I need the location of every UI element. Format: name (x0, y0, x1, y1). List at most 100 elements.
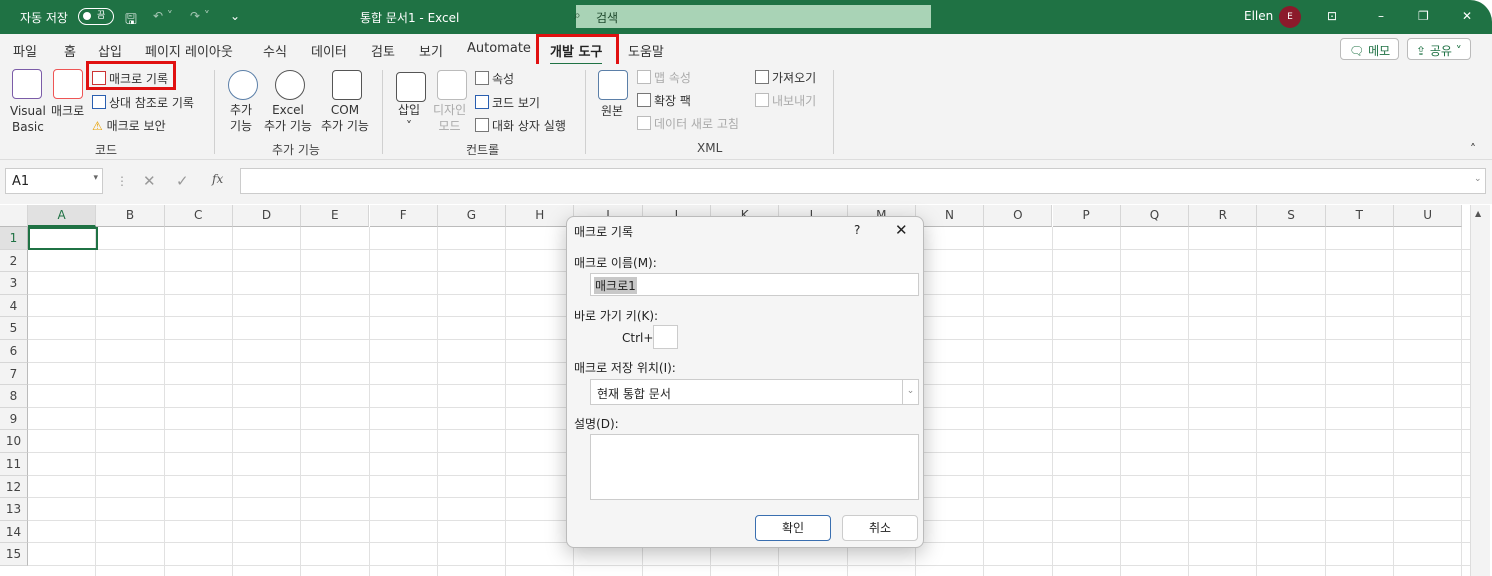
ok-button[interactable]: 확인 (755, 515, 831, 541)
column-header[interactable]: N (915, 205, 985, 227)
column-header[interactable]: H (506, 205, 575, 227)
row-header[interactable]: 5 (0, 317, 28, 340)
column-header[interactable]: O (984, 205, 1053, 227)
refresh-data-button[interactable]: 데이터 새로 고침 (637, 115, 739, 132)
collapse-ribbon-icon[interactable]: ˄ (1470, 142, 1476, 156)
view-code-button[interactable]: 코드 보기 (475, 94, 540, 111)
chevron-down-icon: ▾ (93, 173, 98, 183)
map-icon (637, 70, 651, 84)
highlight-record-macro (86, 61, 176, 90)
row-header[interactable]: 9 (0, 407, 28, 431)
cancel-icon[interactable]: ✕ (143, 172, 156, 190)
redo-icon[interactable]: ↷ ˅ (190, 9, 210, 23)
autosave-toggle[interactable]: 끔 (78, 8, 114, 25)
run-dialog-button[interactable]: 대화 상자 실행 (475, 117, 566, 134)
gridline (1051, 227, 1053, 576)
column-header[interactable]: T (1325, 205, 1394, 227)
enter-icon[interactable]: ✓ (176, 172, 189, 190)
column-header[interactable]: R (1189, 205, 1258, 227)
properties-button[interactable]: 속성 (475, 70, 514, 87)
tab-home[interactable]: 홈 (64, 41, 76, 60)
selected-cell[interactable] (28, 227, 98, 250)
formula-input[interactable] (240, 168, 1486, 194)
row-header[interactable]: 10 (0, 430, 28, 453)
description-input[interactable] (590, 434, 919, 500)
tab-page-layout[interactable]: 페이지 레이아웃 (145, 41, 233, 60)
column-header[interactable]: Q (1120, 205, 1190, 227)
row-header[interactable]: 3 (0, 272, 28, 295)
name-box[interactable]: A1 ▾ (5, 168, 103, 194)
cancel-button[interactable]: 취소 (842, 515, 918, 541)
macro-name-input[interactable]: 매크로1 (590, 273, 919, 296)
scroll-up-icon[interactable]: ▲ (1475, 209, 1481, 218)
column-header[interactable]: E (301, 205, 370, 227)
expansion-pack-button[interactable]: 확장 팩 (637, 92, 691, 109)
undo-icon[interactable]: ↶ ˅ (153, 9, 173, 23)
column-header[interactable]: F (369, 205, 438, 227)
tab-insert[interactable]: 삽입 (98, 41, 122, 60)
row-header[interactable]: 7 (0, 362, 28, 386)
tab-file[interactable]: 파일 (13, 41, 37, 60)
row-header[interactable]: 15 (0, 543, 28, 566)
row-header[interactable]: 13 (0, 498, 28, 521)
chevron-down-icon[interactable]: ⌄ (902, 380, 918, 404)
xml-source-button[interactable]: 원본 (601, 102, 623, 119)
row-header[interactable]: 1 (0, 227, 28, 250)
column-header[interactable]: C (164, 205, 233, 227)
relative-reference-button[interactable]: 상대 참조로 기록 (92, 94, 194, 111)
tab-formulas[interactable]: 수식 (263, 41, 287, 60)
addin-icon (228, 70, 258, 100)
tab-data[interactable]: 데이터 (311, 41, 347, 60)
tab-help[interactable]: 도움말 (628, 41, 664, 60)
export-button[interactable]: 내보내기 (755, 92, 816, 109)
map-properties-button[interactable]: 맵 속성 (637, 69, 691, 86)
column-header[interactable]: P (1052, 205, 1121, 227)
column-header[interactable]: A (28, 205, 97, 227)
macro-security-button[interactable]: ⚠ 매크로 보안 (92, 117, 166, 134)
shortcut-key-input[interactable] (653, 325, 678, 349)
avatar[interactable]: E (1279, 6, 1301, 28)
insert-function-icon[interactable]: fx (212, 172, 223, 186)
row-header[interactable]: 6 (0, 340, 28, 363)
excel-addins-button[interactable]: Excel 추가 기능 (264, 102, 312, 134)
row-header[interactable]: 11 (0, 453, 28, 476)
row-header[interactable]: 8 (0, 385, 28, 408)
store-location-select[interactable]: 현재 통합 문서 ⌄ (590, 379, 919, 405)
select-all-corner[interactable] (0, 205, 28, 227)
com-addins-button[interactable]: COM 추가 기능 (321, 102, 369, 134)
memo-button[interactable]: 🗨 메모 (1340, 38, 1400, 60)
column-header[interactable]: G (437, 205, 507, 227)
row-header[interactable]: 2 (0, 249, 28, 273)
expand-formula-icon[interactable]: ⌄ (1474, 174, 1482, 184)
vertical-scrollbar[interactable]: ▲ (1470, 205, 1490, 576)
close-icon[interactable]: ✕ (895, 221, 908, 239)
column-header[interactable]: U (1394, 205, 1463, 227)
tab-automate[interactable]: Automate (467, 41, 531, 56)
column-header[interactable]: S (1257, 205, 1326, 227)
help-icon[interactable]: ? (854, 223, 860, 237)
design-mode-button[interactable]: 디자인 모드 (433, 102, 466, 134)
visual-basic-button[interactable]: Visual Basic (10, 103, 46, 135)
minimize-icon[interactable]: – (1378, 9, 1384, 23)
tab-review[interactable]: 검토 (371, 41, 395, 60)
ribbon-display-icon[interactable]: ⊡ (1327, 9, 1337, 23)
addins-button[interactable]: 추가 기능 (230, 102, 252, 134)
import-button[interactable]: 가져오기 (755, 69, 816, 86)
save-icon[interactable]: 🖫 (125, 9, 137, 33)
row-header[interactable]: 14 (0, 520, 28, 544)
macros-button[interactable]: 매크로 (51, 102, 84, 119)
insert-control-button[interactable]: 삽입 ˅ (398, 102, 420, 134)
column-header[interactable]: D (232, 205, 302, 227)
row-header[interactable]: 4 (0, 294, 28, 318)
search-box[interactable]: ⌕ 검색 (574, 5, 931, 28)
tab-view[interactable]: 보기 (419, 41, 443, 60)
formula-bar: A1 ▾ ⋮ ✕ ✓ fx ⌄ (0, 160, 1492, 204)
import-icon (755, 70, 769, 84)
row-header[interactable]: 12 (0, 475, 28, 499)
customize-icon[interactable]: ⌄ (230, 9, 240, 23)
column-header[interactable]: B (96, 205, 165, 227)
close-icon[interactable]: ✕ (1462, 9, 1472, 23)
restore-icon[interactable]: ❐ (1418, 9, 1429, 23)
share-button[interactable]: ⇪ 공유 ˅ (1407, 38, 1471, 60)
divider (585, 70, 586, 154)
